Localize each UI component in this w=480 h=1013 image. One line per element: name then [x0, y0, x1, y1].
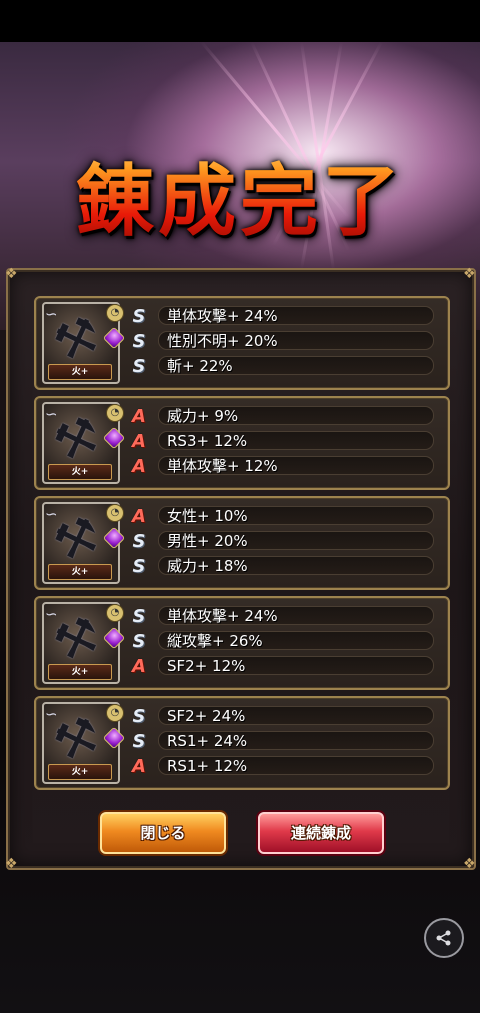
stat-text: 男性+ 20% [158, 531, 434, 550]
rank-badge: S [132, 556, 146, 577]
stat-row: S 斬+ 22% [130, 356, 434, 377]
rank-badge: S [132, 731, 146, 752]
stat-row: A 単体攻撃+ 12% [130, 456, 434, 477]
stat-row: S RS1+ 24% [130, 731, 434, 752]
stat-text: SF2+ 12% [158, 656, 434, 675]
stat-row: S 単体攻撃+ 24% [130, 606, 434, 627]
stat-text: 女性+ 10% [158, 506, 434, 525]
stat-row: S 単体攻撃+ 24% [130, 306, 434, 327]
status-bar [0, 0, 480, 42]
stat-text: 性別不明+ 20% [158, 331, 434, 350]
corner-ornament-icon: ❖ [5, 266, 18, 282]
stat-row: S 威力+ 18% [130, 556, 434, 577]
stat-text: 斬+ 22% [158, 356, 434, 375]
rank-badge: S [132, 331, 146, 352]
weapon-result-card[interactable]: ∽ ⚒ 火+ ◔ A 威力+ 9% A RS3+ 12% A 単体攻撃+ 12% [34, 396, 450, 490]
stat-row: A 威力+ 9% [130, 406, 434, 427]
stat-text: 単体攻撃+ 24% [158, 606, 434, 625]
stat-text: 威力+ 9% [158, 406, 434, 425]
rank-badge: A [132, 506, 146, 527]
stat-text: 単体攻撃+ 24% [158, 306, 434, 325]
corner-ornament-icon: ❖ [463, 856, 476, 872]
element-badge: 火+ [48, 464, 112, 480]
element-badge: 火+ [48, 364, 112, 380]
stat-row: A 女性+ 10% [130, 506, 434, 527]
slot-icon: ◔ [106, 704, 124, 722]
stat-text: 単体攻撃+ 12% [158, 456, 434, 475]
stat-row: A RS1+ 12% [130, 756, 434, 777]
rank-badge: S [132, 631, 146, 652]
stat-text: 縦攻撃+ 26% [158, 631, 434, 650]
stat-row: S 男性+ 20% [130, 531, 434, 552]
stat-text: RS3+ 12% [158, 431, 434, 450]
stat-row: S 縦攻撃+ 26% [130, 631, 434, 652]
stat-text: SF2+ 24% [158, 706, 434, 725]
page-title: 錬成完了 [40, 130, 440, 260]
weapon-result-card[interactable]: ∽ ⚒ 火+ ◔ A 女性+ 10% S 男性+ 20% S 威力+ 18% [34, 496, 450, 590]
rank-badge: A [132, 656, 146, 677]
rank-badge: A [132, 756, 146, 777]
rank-badge: A [132, 406, 146, 427]
rank-badge: S [132, 606, 146, 627]
stat-text: RS1+ 24% [158, 731, 434, 750]
stat-row: A RS3+ 12% [130, 431, 434, 452]
corner-ornament-icon: ❖ [5, 856, 18, 872]
share-icon[interactable] [424, 918, 464, 958]
rank-badge: S [132, 356, 146, 377]
rank-badge: S [132, 531, 146, 552]
corner-ornament-icon: ❖ [463, 266, 476, 282]
slot-icon: ◔ [106, 304, 124, 322]
rank-badge: S [132, 706, 146, 727]
close-button[interactable]: 閉じる [100, 812, 226, 854]
slot-icon: ◔ [106, 404, 124, 422]
stat-row: S SF2+ 24% [130, 706, 434, 727]
weapon-result-card[interactable]: ∽ ⚒ 火+ ◔ S 単体攻撃+ 24% S 性別不明+ 20% S 斬+ 22… [34, 296, 450, 390]
element-badge: 火+ [48, 664, 112, 680]
element-badge: 火+ [48, 764, 112, 780]
rank-badge: S [132, 306, 146, 327]
stat-row: S 性別不明+ 20% [130, 331, 434, 352]
rank-badge: A [132, 431, 146, 452]
continue-forge-button[interactable]: 連続錬成 [258, 812, 384, 854]
element-badge: 火+ [48, 564, 112, 580]
rank-badge: A [132, 456, 146, 477]
slot-icon: ◔ [106, 504, 124, 522]
weapon-result-card[interactable]: ∽ ⚒ 火+ ◔ S SF2+ 24% S RS1+ 24% A RS1+ 12… [34, 696, 450, 790]
stat-text: RS1+ 12% [158, 756, 434, 775]
stat-row: A SF2+ 12% [130, 656, 434, 677]
weapon-result-card[interactable]: ∽ ⚒ 火+ ◔ S 単体攻撃+ 24% S 縦攻撃+ 26% A SF2+ 1… [34, 596, 450, 690]
slot-icon: ◔ [106, 604, 124, 622]
stat-text: 威力+ 18% [158, 556, 434, 575]
